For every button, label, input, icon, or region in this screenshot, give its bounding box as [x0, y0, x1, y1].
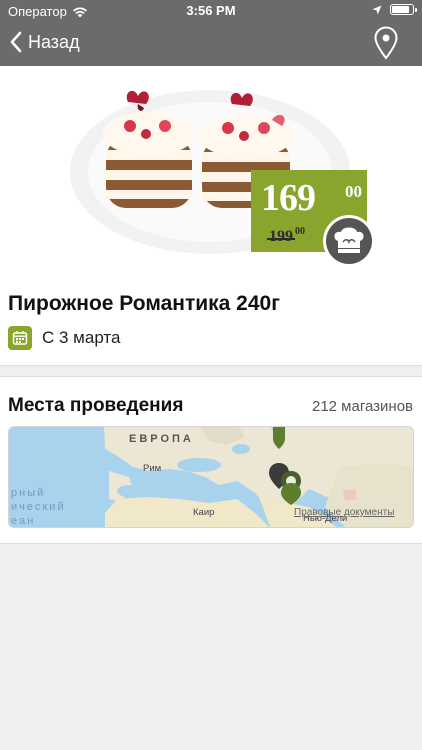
- map-water-label-3: еан: [11, 515, 36, 527]
- map-city-cairo: Каир: [193, 507, 215, 518]
- location-arrow-icon: [372, 5, 382, 14]
- map-pin-icon: [374, 26, 398, 60]
- map-city-rome: Рим: [143, 463, 162, 474]
- places-title: Места проведения: [8, 395, 184, 416]
- price-old: 199: [269, 228, 293, 245]
- status-right: [372, 4, 417, 15]
- battery-icon: [390, 4, 417, 15]
- date-row: С 3 марта: [8, 326, 120, 350]
- chef-hat-badge-icon: [323, 215, 375, 267]
- calendar-icon: [8, 326, 32, 350]
- places-count: 212 магазинов: [311, 398, 413, 415]
- price-current: 169: [261, 177, 316, 219]
- back-button[interactable]: Назад: [10, 31, 80, 53]
- map-water-label-2: ический: [11, 501, 66, 513]
- nav-bar: Назад: [0, 22, 422, 66]
- map-legal-link[interactable]: Правовые документы: [294, 507, 394, 518]
- price-old-cents: 00: [295, 226, 305, 237]
- map-region-label: ЕВРОПА: [129, 433, 194, 445]
- places-section: Места проведения 212 магазинов ЕВРОПА Ри: [0, 376, 422, 544]
- chevron-left-icon: [10, 31, 22, 53]
- price-current-cents: 00: [345, 182, 362, 201]
- product-title: Пирожное Романтика 240г: [8, 292, 280, 315]
- product-card: 169 00 199 00 Пирожное Романтика 240г С …: [0, 66, 422, 366]
- stores-map[interactable]: ЕВРОПА Рим Каир Нью-Дели рный ический еа…: [8, 426, 414, 528]
- map-water-label-1: рный: [11, 487, 46, 499]
- date-label: С 3 марта: [42, 328, 121, 347]
- app-header: Оператор 3:56 PM Назад: [0, 0, 422, 66]
- status-time: 3:56 PM: [186, 3, 236, 18]
- price-old-strikethrough: [267, 238, 295, 240]
- map-pin-button[interactable]: [374, 26, 398, 65]
- status-bar: Оператор 3:56 PM: [0, 0, 422, 22]
- back-label: Назад: [28, 31, 80, 52]
- battery-level: [392, 6, 409, 13]
